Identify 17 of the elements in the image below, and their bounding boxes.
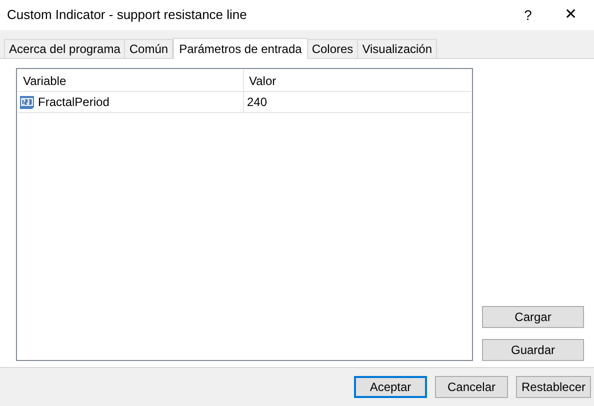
side-button[interactable]: Guardar bbox=[482, 339, 584, 361]
column-header[interactable]: Variable bbox=[18, 70, 244, 91]
number-icon bbox=[19, 94, 35, 110]
tab[interactable]: Parámetros de entrada bbox=[173, 38, 308, 59]
dialog-button[interactable]: Restablecer bbox=[516, 376, 591, 398]
tab[interactable]: Acerca del programa bbox=[4, 39, 126, 58]
column-header[interactable]: Valor bbox=[244, 70, 471, 91]
variable-name: FractalPeriod bbox=[38, 94, 110, 111]
variable-value[interactable]: 240 bbox=[247, 93, 268, 111]
close-button[interactable]: ✕ bbox=[548, 0, 594, 30]
side-button[interactable]: Cargar bbox=[482, 306, 584, 328]
tab[interactable]: Común bbox=[124, 39, 174, 58]
window-title: Custom Indicator - support resistance line bbox=[7, 6, 248, 24]
dialog-button[interactable]: Aceptar bbox=[354, 376, 427, 398]
help-button[interactable]: ? bbox=[508, 0, 548, 30]
dialog-button[interactable]: Cancelar bbox=[435, 376, 508, 398]
tab[interactable]: Visualización bbox=[357, 39, 438, 58]
